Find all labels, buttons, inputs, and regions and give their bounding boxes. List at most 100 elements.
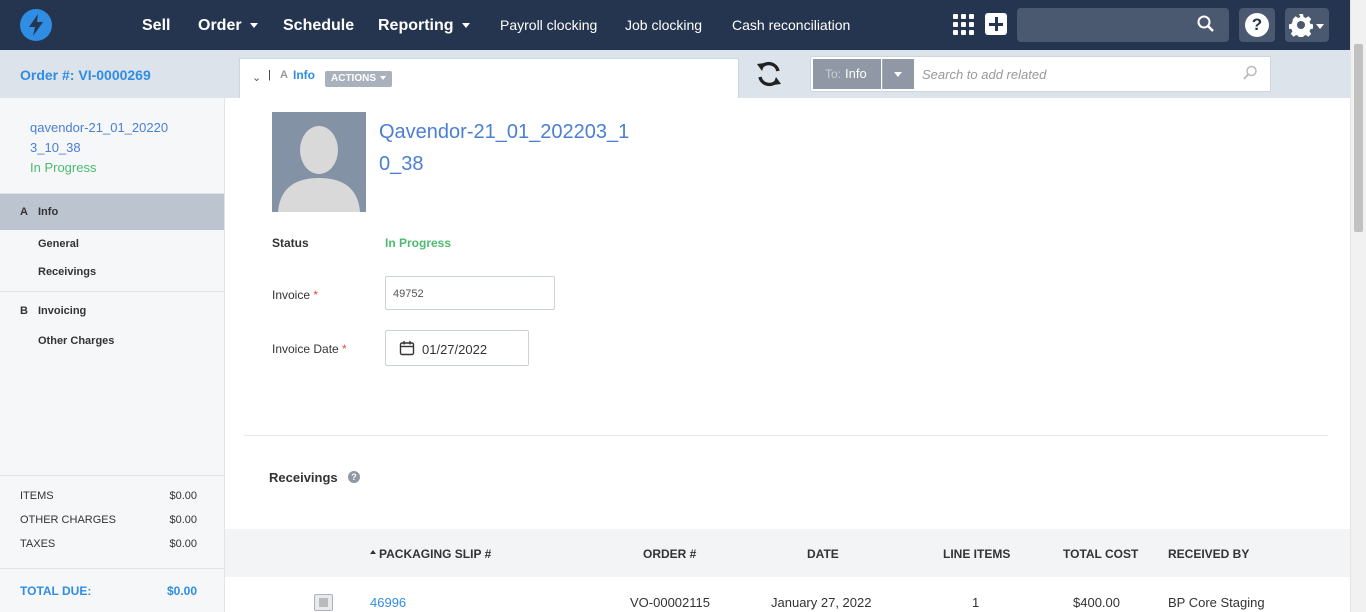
related-to-value: Info	[845, 66, 867, 81]
column-label: PACKAGING SLIP #	[379, 547, 492, 561]
calendar-icon	[399, 341, 415, 356]
column-header-packaging-slip[interactable]: PACKAGING SLIP #	[370, 547, 491, 561]
status-label: Status	[272, 236, 309, 250]
received-by-cell: BP Core Staging	[1168, 595, 1265, 610]
nav-schedule[interactable]: Schedule	[283, 0, 354, 50]
sidebar-section-invoicing[interactable]: B Invoicing	[0, 297, 224, 327]
packaging-slip-link[interactable]: 46996	[370, 595, 406, 610]
main-content: ⌄ | A Info ACTIONS To: Info Search to add…	[225, 50, 1350, 612]
chevron-down-icon	[249, 23, 258, 29]
column-header-total-cost[interactable]: TOTAL COST	[1063, 547, 1138, 561]
invoice-date-input[interactable]: 01/27/2022	[385, 330, 529, 366]
invoice-label-text: Invoice	[272, 288, 311, 302]
search-icon[interactable]	[1242, 65, 1258, 81]
related-to-dropdown-button[interactable]	[882, 59, 914, 89]
related-search-box: To: Info Search to add related	[810, 56, 1271, 92]
scrollbar-thumb[interactable]	[1354, 44, 1363, 232]
sidebar-item-other-charges[interactable]: Other Charges	[0, 327, 224, 355]
table-row[interactable]: 46996 VO-00002115 January 27, 2022 1 $40…	[225, 577, 1350, 612]
nav-sell[interactable]: Sell	[142, 0, 170, 50]
settings-button[interactable]	[1285, 8, 1329, 42]
vendor-avatar	[272, 112, 366, 212]
help-icon[interactable]: ?	[348, 471, 360, 483]
status-value: In Progress	[385, 236, 452, 250]
tab-bar: ⌄ | A Info ACTIONS To: Info Search to add…	[225, 50, 1350, 98]
invoice-date-label: Invoice Date *	[272, 342, 347, 356]
nav-payroll-clocking[interactable]: Payroll clocking	[500, 0, 597, 50]
chevron-down-icon	[894, 72, 902, 77]
invoice-date-label-text: Invoice Date	[272, 342, 339, 356]
section-label: Invoicing	[38, 305, 87, 317]
total-due: TOTAL DUE: $0.00	[0, 568, 224, 612]
total-due-label: TOTAL DUE:	[20, 584, 92, 598]
vendor-title[interactable]: Qavendor-21_01_202203_10_38	[379, 116, 639, 180]
nav-order-label: Order	[198, 17, 242, 34]
gear-icon	[1289, 14, 1313, 37]
required-marker: *	[313, 288, 319, 302]
nav-cash-reconciliation[interactable]: Cash reconciliation	[732, 0, 850, 50]
tab-letter: A	[280, 69, 288, 81]
column-header-order[interactable]: ORDER #	[643, 547, 696, 561]
column-header-date[interactable]: DATE	[807, 547, 839, 561]
section-label: Info	[38, 206, 59, 218]
search-icon	[1197, 15, 1214, 32]
tab-label: Info	[293, 68, 315, 82]
total-value: $0.00	[169, 490, 197, 502]
chevron-down-icon	[1316, 24, 1324, 29]
total-row-other-charges: OTHER CHARGES $0.00	[0, 508, 224, 532]
nav-reporting[interactable]: Reporting	[378, 0, 470, 50]
related-to-prefix: To:	[825, 67, 842, 81]
sort-ascending-icon	[370, 549, 376, 554]
nav-order[interactable]: Order	[198, 0, 258, 50]
total-value: $0.00	[169, 538, 197, 550]
total-value: $0.00	[169, 514, 197, 526]
column-header-received-by[interactable]: RECEIVED BY	[1168, 547, 1249, 561]
add-new-icon[interactable]	[985, 13, 1007, 35]
row-checkbox[interactable]	[314, 594, 333, 611]
total-row-items: ITEMS $0.00	[0, 484, 224, 508]
invoice-date-value: 01/27/2022	[422, 342, 488, 357]
refresh-icon[interactable]	[755, 60, 783, 93]
invoice-input[interactable]: 49752	[385, 276, 555, 310]
receivings-title: Receivings	[269, 470, 338, 485]
nav-reporting-label: Reporting	[378, 17, 454, 34]
order-number-title: Order #: VI-0000269	[0, 50, 224, 98]
related-search-input[interactable]: Search to add related	[922, 67, 1046, 82]
column-header-line-items[interactable]: LINE ITEMS	[943, 547, 1010, 561]
tab-info[interactable]: ⌄ | A Info ACTIONS	[239, 58, 739, 98]
top-navigation-bar: Sell Order Schedule Reporting Payroll cl…	[0, 0, 1350, 50]
chevron-down-icon	[380, 76, 386, 81]
total-row-taxes: TAXES $0.00	[0, 532, 224, 556]
total-label: ITEMS	[20, 490, 54, 502]
vendor-link[interactable]: qavendor-21_01_202203_10_38	[30, 118, 175, 158]
global-search-input[interactable]	[1017, 8, 1229, 42]
help-icon: ?	[1245, 13, 1269, 37]
sidebar-item-general[interactable]: General	[0, 230, 224, 258]
total-label: OTHER CHARGES	[20, 514, 116, 526]
required-marker: *	[342, 342, 347, 356]
invoice-label: Invoice *	[272, 288, 318, 302]
chevron-down-icon	[461, 23, 470, 29]
order-status: In Progress	[30, 160, 97, 175]
help-button[interactable]: ?	[1239, 8, 1275, 42]
actions-dropdown[interactable]: ACTIONS	[325, 71, 392, 87]
bolt-logo-icon[interactable]	[20, 9, 52, 41]
total-label: TAXES	[20, 538, 56, 550]
line-items-cell: 1	[972, 595, 980, 610]
tab-divider: |	[268, 69, 271, 81]
sidebar-section-info[interactable]: A Info	[0, 194, 224, 230]
order-number-cell: VO-00002115	[630, 595, 710, 610]
receivings-table-header: PACKAGING SLIP # ORDER # DATE LINE ITEMS…	[225, 529, 1350, 577]
divider	[0, 291, 224, 292]
totals-summary: ITEMS $0.00 OTHER CHARGES $0.00 TAXES $0.00	[0, 475, 224, 556]
section-letter: A	[20, 206, 28, 218]
divider	[244, 435, 1328, 436]
apps-grid-icon[interactable]	[953, 14, 975, 36]
nav-job-clocking[interactable]: Job clocking	[625, 0, 702, 50]
page-scrollbar[interactable]	[1350, 0, 1366, 612]
collapse-chevron-icon[interactable]: ⌄	[252, 71, 261, 84]
vendor-summary: qavendor-21_01_202203_10_38 In Progress	[0, 98, 224, 194]
section-letter: B	[20, 305, 28, 317]
related-to-selector[interactable]: To: Info	[813, 59, 881, 89]
sidebar-item-receivings[interactable]: Receivings	[0, 258, 224, 286]
